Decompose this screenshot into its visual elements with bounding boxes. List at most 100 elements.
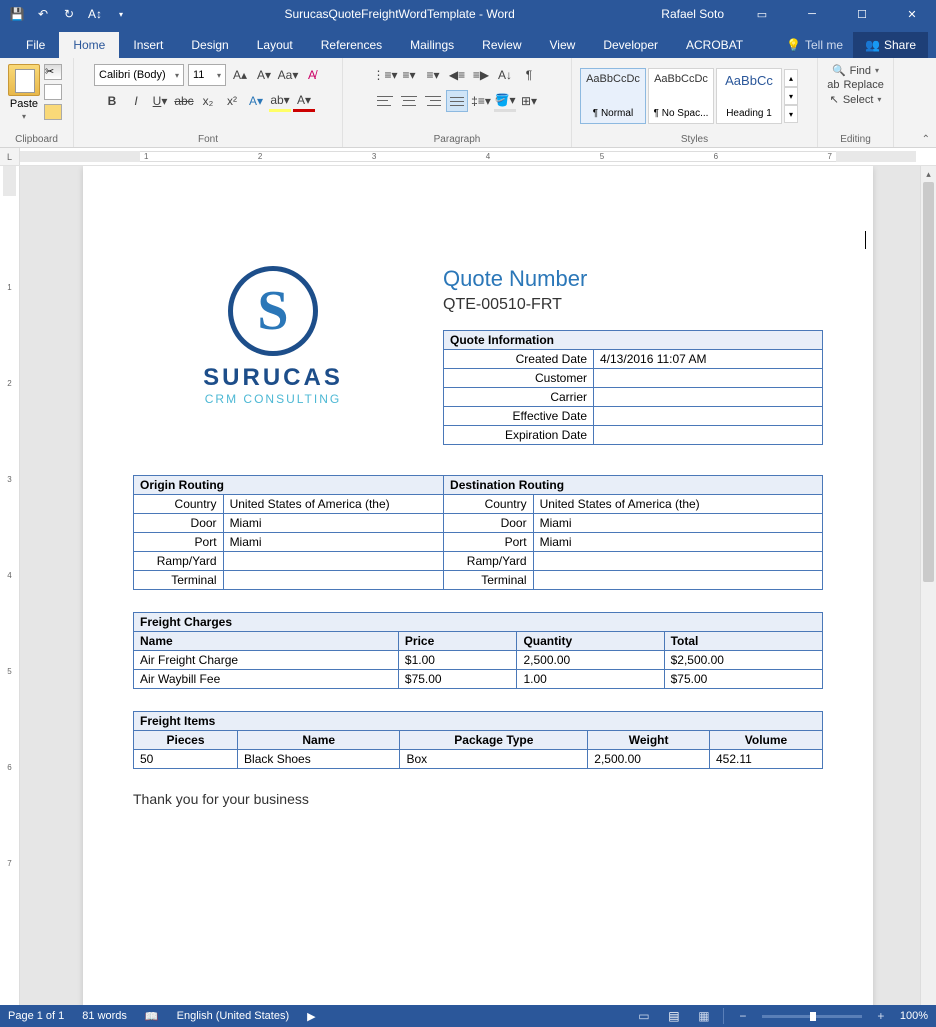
read-mode-icon[interactable]: ▭ xyxy=(633,1007,655,1025)
shrink-font-icon[interactable]: A▾ xyxy=(254,65,274,85)
touch-mode-icon[interactable]: A↕ xyxy=(84,3,106,25)
save-icon[interactable]: 💾 xyxy=(6,3,28,25)
change-case-icon[interactable]: Aa▾ xyxy=(278,65,298,85)
group-label-paragraph: Paragraph xyxy=(347,132,567,147)
tab-view[interactable]: View xyxy=(536,32,590,58)
find-button[interactable]: 🔍Find▾ xyxy=(832,64,879,77)
zoom-slider[interactable] xyxy=(762,1015,862,1018)
copy-icon[interactable] xyxy=(44,84,62,100)
ruler-horizontal[interactable]: L 1234567 xyxy=(0,148,936,166)
share-button[interactable]: 👥Share xyxy=(853,32,928,58)
web-layout-icon[interactable]: ▦ xyxy=(693,1007,715,1025)
share-icon: 👥 xyxy=(865,38,880,52)
company-logo: S SURUCAS CRM CONSULTING xyxy=(133,266,413,445)
replace-button[interactable]: abReplace xyxy=(827,79,884,91)
cut-icon[interactable]: ✂ xyxy=(44,64,62,80)
document-scroll[interactable]: S SURUCAS CRM CONSULTING Quote Number QT… xyxy=(20,166,936,1026)
tab-home[interactable]: Home xyxy=(59,32,119,58)
items-table[interactable]: Freight Items PiecesNamePackage TypeWeig… xyxy=(133,711,823,769)
scroll-thumb[interactable] xyxy=(923,182,934,582)
quote-number: QTE-00510-FRT xyxy=(443,296,823,314)
scroll-up-icon[interactable]: ▴ xyxy=(921,166,936,182)
search-icon: 🔍 xyxy=(832,64,846,77)
group-label-clipboard: Clipboard xyxy=(4,132,69,147)
ribbon-display-icon[interactable]: ▭ xyxy=(742,0,782,28)
minimize-icon[interactable]: ─ xyxy=(792,0,832,28)
bold-button[interactable]: B xyxy=(101,90,123,112)
tab-insert[interactable]: Insert xyxy=(119,32,177,58)
tab-acrobat[interactable]: ACROBAT xyxy=(672,32,757,58)
shading-icon[interactable]: 🪣▾ xyxy=(494,90,516,112)
print-layout-icon[interactable]: ▤ xyxy=(663,1007,685,1025)
maximize-icon[interactable]: ☐ xyxy=(842,0,882,28)
macro-icon[interactable]: ▶ xyxy=(307,1010,315,1023)
multilevel-list-icon[interactable]: ≡▾ xyxy=(422,64,444,86)
styles-up-icon[interactable]: ▴ xyxy=(784,69,798,87)
charges-table[interactable]: Freight Charges NamePriceQuantityTotal A… xyxy=(133,612,823,689)
align-center-icon[interactable] xyxy=(398,90,420,112)
spell-check-icon[interactable]: 📖 xyxy=(145,1010,159,1023)
format-painter-icon[interactable] xyxy=(44,104,62,120)
close-icon[interactable]: ✕ xyxy=(892,0,932,28)
align-justify-icon[interactable] xyxy=(446,90,468,112)
borders-icon[interactable]: ⊞▾ xyxy=(518,90,540,112)
tab-references[interactable]: References xyxy=(307,32,396,58)
tab-design[interactable]: Design xyxy=(177,32,242,58)
numbering-icon[interactable]: ≡▾ xyxy=(398,64,420,86)
line-spacing-icon[interactable]: ‡≡▾ xyxy=(470,90,492,112)
styles-down-icon[interactable]: ▾ xyxy=(784,87,798,105)
styles-more-icon[interactable]: ▾ xyxy=(784,105,798,123)
underline-button[interactable]: U▾ xyxy=(149,90,171,112)
lightbulb-icon: 💡 xyxy=(786,38,801,52)
zoom-level[interactable]: 100% xyxy=(900,1010,928,1022)
tell-me-search[interactable]: 💡Tell me xyxy=(776,38,853,52)
strikethrough-button[interactable]: abc xyxy=(173,90,195,112)
font-name-select[interactable]: Calibri (Body)▾ xyxy=(94,64,184,86)
undo-icon[interactable]: ↶ xyxy=(32,3,54,25)
font-size-select[interactable]: 11▾ xyxy=(188,64,226,86)
quote-info-table[interactable]: Quote Information Created Date4/13/2016 … xyxy=(443,330,823,445)
style-heading1[interactable]: AaBbCcHeading 1 xyxy=(716,68,782,124)
align-left-icon[interactable] xyxy=(374,90,396,112)
style-no-spacing[interactable]: AaBbCcDc¶ No Spac... xyxy=(648,68,714,124)
thank-you-text: Thank you for your business xyxy=(133,791,823,807)
show-hide-icon[interactable]: ¶ xyxy=(518,64,540,86)
highlight-icon[interactable]: ab▾ xyxy=(269,90,291,112)
language-status[interactable]: English (United States) xyxy=(177,1010,290,1022)
tab-mailings[interactable]: Mailings xyxy=(396,32,468,58)
sort-icon[interactable]: A↓ xyxy=(494,64,516,86)
decrease-indent-icon[interactable]: ◀≡ xyxy=(446,64,468,86)
vertical-scrollbar[interactable]: ▴ ▾ xyxy=(920,166,936,1026)
increase-indent-icon[interactable]: ≡▶ xyxy=(470,64,492,86)
user-name[interactable]: Rafael Soto xyxy=(661,7,724,21)
subscript-button[interactable]: x₂ xyxy=(197,90,219,112)
select-button[interactable]: ↖Select▾ xyxy=(830,93,882,106)
qat-more-icon[interactable]: ▾ xyxy=(110,3,132,25)
bullets-icon[interactable]: ⋮≡▾ xyxy=(374,64,396,86)
group-font: Calibri (Body)▾ 11▾ A▴ A▾ Aa▾ A̸ B I U▾ … xyxy=(74,58,343,147)
collapse-ribbon-icon[interactable]: ⌃ xyxy=(922,134,930,145)
paste-button[interactable]: Paste ▾ xyxy=(8,64,40,121)
text-effects-icon[interactable]: A▾ xyxy=(245,90,267,112)
redo-icon[interactable]: ↻ xyxy=(58,3,80,25)
zoom-out-icon[interactable]: − xyxy=(732,1007,754,1025)
grow-font-icon[interactable]: A▴ xyxy=(230,65,250,85)
replace-icon: ab xyxy=(827,79,839,91)
page[interactable]: S SURUCAS CRM CONSULTING Quote Number QT… xyxy=(83,166,873,1026)
tab-review[interactable]: Review xyxy=(468,32,535,58)
routing-table[interactable]: Origin RoutingDestination Routing Countr… xyxy=(133,475,823,590)
tab-developer[interactable]: Developer xyxy=(589,32,672,58)
word-count[interactable]: 81 words xyxy=(82,1010,127,1022)
italic-button[interactable]: I xyxy=(125,90,147,112)
align-right-icon[interactable] xyxy=(422,90,444,112)
superscript-button[interactable]: x² xyxy=(221,90,243,112)
ruler-corner: L xyxy=(0,148,20,165)
clear-formatting-icon[interactable]: A̸ xyxy=(302,65,322,85)
tab-layout[interactable]: Layout xyxy=(243,32,307,58)
tab-file[interactable]: File xyxy=(12,32,59,58)
page-count[interactable]: Page 1 of 1 xyxy=(8,1010,64,1022)
ruler-vertical[interactable]: 1234567 xyxy=(0,166,20,1026)
font-color-icon[interactable]: A▾ xyxy=(293,90,315,112)
style-normal[interactable]: AaBbCcDc¶ Normal xyxy=(580,68,646,124)
zoom-in-icon[interactable]: + xyxy=(870,1007,892,1025)
